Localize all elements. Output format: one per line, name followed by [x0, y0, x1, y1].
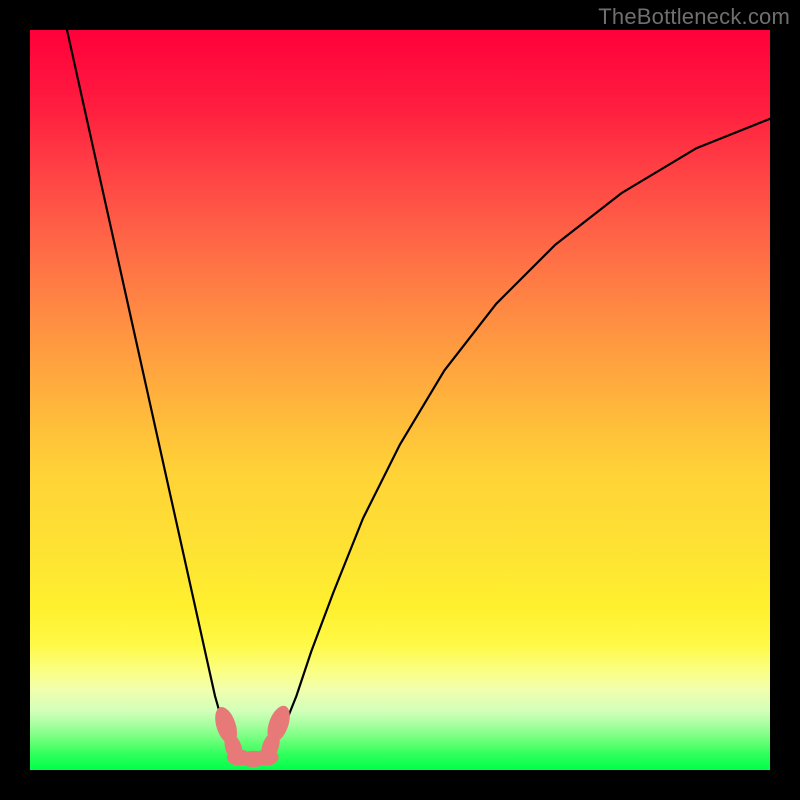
- plot-area: [30, 30, 770, 770]
- watermark-text: TheBottleneck.com: [598, 4, 790, 30]
- marker-group: [211, 703, 294, 767]
- curve-layer: [30, 30, 770, 770]
- chart-frame: TheBottleneck.com: [0, 0, 800, 800]
- marker-6: [255, 749, 279, 765]
- right-branch-curve: [267, 119, 770, 755]
- left-branch-curve: [67, 30, 237, 755]
